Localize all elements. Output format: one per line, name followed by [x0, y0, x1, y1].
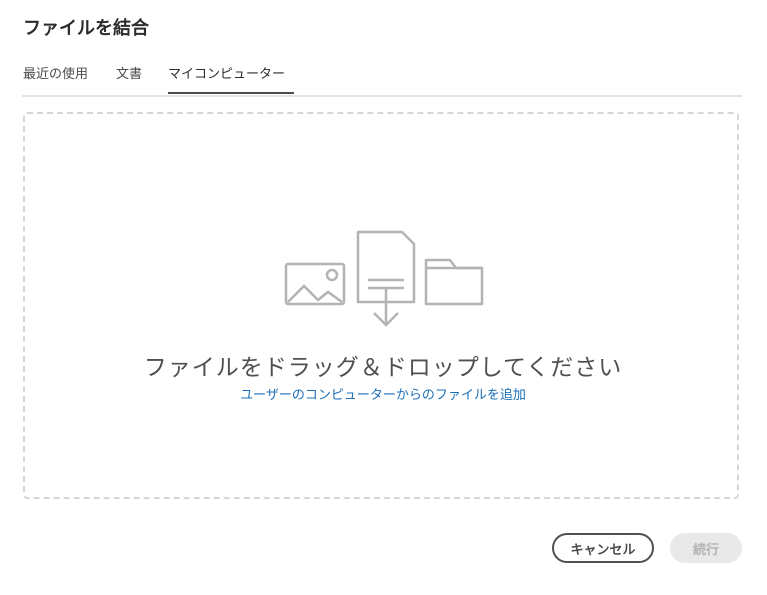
tab-my-computer[interactable]: マイコンピューター	[168, 63, 285, 82]
tab-recent[interactable]: 最近の使用	[23, 63, 88, 82]
file-drop-zone[interactable]: ファイルをドラッグ＆ドロップしてください ユーザーのコンピューターからのファイル…	[23, 112, 739, 499]
document-download-icon	[356, 230, 416, 327]
add-files-link[interactable]: ユーザーのコンピューターからのファイルを追加	[25, 384, 741, 403]
drop-instruction: ファイルをドラッグ＆ドロップしてください	[143, 355, 623, 381]
active-tab-indicator	[168, 92, 294, 94]
tab-bar: 最近の使用 文書 マイコンピューター	[22, 60, 742, 97]
continue-button[interactable]: 続行	[670, 533, 742, 563]
cancel-button[interactable]: キャンセル	[552, 533, 654, 563]
image-icon	[284, 262, 346, 306]
dialog-title: ファイルを結合	[23, 18, 149, 39]
tab-documents[interactable]: 文書	[116, 63, 142, 82]
folder-icon	[424, 258, 484, 306]
drop-illustration	[284, 230, 484, 327]
combine-files-dialog: ファイルを結合 最近の使用 文書 マイコンピューター ファイルをドラッグ＆ドロッ…	[0, 0, 767, 595]
